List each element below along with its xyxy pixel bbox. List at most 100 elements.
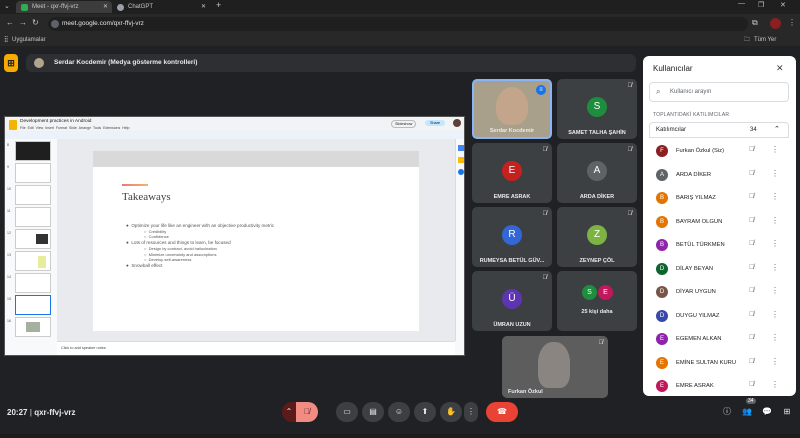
more-vert-icon[interactable]: ⋮ <box>771 286 779 295</box>
participant-tile[interactable]: 🎙̸ Z ZEYNEP ÇÖL <box>557 207 637 267</box>
mic-off-icon[interactable]: 🎙̸ <box>749 358 754 365</box>
url-field[interactable]: meet.google.com/qxr-ffvj-vrz <box>48 17 748 31</box>
participant-tile[interactable]: 🎙̸ R RUMEYSA BETÜL GÜV... <box>472 207 552 267</box>
tab-close-icon[interactable]: ✕ <box>103 1 108 13</box>
participant-row[interactable]: B BAYRAM OLGUN 🎙̸ ⋮ <box>643 211 796 234</box>
slide-thumbnail[interactable] <box>15 273 51 293</box>
tab-close-icon[interactable]: ✕ <box>201 1 206 13</box>
current-slide[interactable]: Takeaways ● Optimize your life like an e… <box>93 167 419 331</box>
slide-thumbnail[interactable] <box>15 317 51 337</box>
more-vert-icon[interactable]: ⋮ <box>771 169 779 178</box>
more-vert-icon[interactable]: ⋮ <box>771 239 779 248</box>
captions-button[interactable]: ▤ <box>362 402 384 422</box>
more-vert-icon[interactable]: ⋮ <box>771 357 779 366</box>
participant-row[interactable]: D DİLAY BEYAN 🎙̸ ⋮ <box>643 258 796 281</box>
extensions-icon[interactable]: ⧉ <box>752 18 758 28</box>
menu-insert[interactable]: Insert <box>45 126 54 130</box>
slideshow-button[interactable]: Slideshow <box>391 120 417 128</box>
menu-file[interactable]: File <box>20 126 26 130</box>
audio-options-chevron-icon[interactable]: ⌃ <box>282 402 296 422</box>
more-vert-icon[interactable]: ⋮ <box>771 263 779 272</box>
participant-row[interactable]: B BARIŞ YILMAZ 🎙̸ ⋮ <box>643 187 796 210</box>
menu-view[interactable]: View <box>36 126 44 130</box>
mic-off-icon[interactable]: 🎙̸ <box>749 287 754 294</box>
menu-tools[interactable]: Tools <box>93 126 101 130</box>
present-button[interactable]: ⬆ <box>414 402 436 422</box>
menu-arrange[interactable]: Arrange <box>79 126 91 130</box>
presenter-banner[interactable]: Serdar Kocdemir (Medya gösterme kontroll… <box>26 54 636 72</box>
slide-thumbnail[interactable] <box>15 185 51 205</box>
tab-meet[interactable]: Meet - qxr-ffvj-vrz ✕ <box>16 1 112 13</box>
mic-off-icon[interactable]: 🎙̸ <box>749 311 754 318</box>
more-vert-icon[interactable]: ⋮ <box>771 192 779 201</box>
meeting-info-icon[interactable]: ⓘ <box>716 402 738 422</box>
more-vert-icon[interactable]: ⋮ <box>771 145 779 154</box>
slide-thumbnail-selected[interactable] <box>15 295 51 315</box>
participant-row[interactable]: A ARDA DİKER 🎙̸ ⋮ <box>643 164 796 187</box>
more-vert-icon[interactable]: ⋮ <box>771 310 779 319</box>
participant-row[interactable]: E EMRE ASRAK 🎙̸ ⋮ <box>643 375 796 396</box>
more-vert-icon[interactable]: ⋮ <box>771 216 779 225</box>
window-close-icon[interactable]: ✕ <box>780 1 786 9</box>
forward-icon[interactable]: → <box>19 18 27 27</box>
menu-extensions[interactable]: Extensions <box>103 126 120 130</box>
account-avatar[interactable] <box>453 119 461 127</box>
slide-thumbnail[interactable] <box>15 141 51 161</box>
mic-off-icon[interactable]: 🎙̸ <box>749 264 754 271</box>
participant-row[interactable]: D DİYAR UYGUN 🎙̸ ⋮ <box>643 281 796 304</box>
participant-row[interactable]: D DUYGU YILMAZ 🎙̸ ⋮ <box>643 305 796 328</box>
minimize-icon[interactable]: — <box>738 0 745 7</box>
search-input[interactable]: ⌕ Kullanıcı arayın <box>649 82 789 102</box>
more-vert-icon[interactable]: ⋮ <box>771 380 779 389</box>
participant-tile[interactable]: 🎙̸ Ü ÜMRAN UZUN <box>472 271 552 331</box>
speaker-notes[interactable]: Click to add speaker notes <box>57 341 455 355</box>
mic-off-icon[interactable]: 🎙̸ <box>749 334 754 341</box>
leave-call-button[interactable]: ☎ <box>486 402 518 422</box>
slides-doc-title[interactable]: Development practices in Android <box>20 119 91 124</box>
profile-avatar[interactable] <box>770 18 781 29</box>
back-icon[interactable]: ← <box>6 18 14 27</box>
present-screen-icon[interactable]: ⊞ <box>4 54 18 72</box>
mic-off-icon[interactable]: 🎙̸ <box>749 381 754 388</box>
participant-tile[interactable]: 🎙̸ A ARDA DİKER <box>557 143 637 203</box>
bookmarks-apps-link[interactable]: Uygulamalar <box>12 34 46 46</box>
share-button[interactable]: Share <box>425 120 446 126</box>
mic-toggle-button[interactable]: 🎙̸ <box>296 402 318 422</box>
participant-row[interactable]: B BETÜL TÜRKMEN 🎙̸ ⋮ <box>643 234 796 257</box>
mic-off-icon[interactable]: 🎙̸ <box>749 217 754 224</box>
participant-tile[interactable]: ≡ Serdar Kocdemir <box>472 79 552 139</box>
slide-thumbnail[interactable] <box>15 229 51 249</box>
new-tab-button[interactable]: + <box>216 0 221 10</box>
participant-tile[interactable]: 🎙̸ E EMRE ASRAK <box>472 143 552 203</box>
more-participants-tile[interactable]: S E 25 kişi daha <box>557 271 637 331</box>
apps-icon[interactable]: ⣿ <box>4 34 8 46</box>
mic-off-icon[interactable]: 🎙̸ <box>749 170 754 177</box>
raise-hand-button[interactable]: ✋ <box>440 402 462 422</box>
reload-icon[interactable]: ↻ <box>32 18 39 27</box>
menu-edit[interactable]: Edit <box>28 126 34 130</box>
participants-group-header[interactable]: Katılımcılar 34 ⌃ <box>649 122 789 138</box>
slide-thumbnail[interactable] <box>15 163 51 183</box>
mic-off-icon[interactable]: 🎙̸ <box>749 240 754 247</box>
tab-chatgpt[interactable]: ChatGPT ✕ <box>112 1 210 13</box>
participant-row[interactable]: F Furkan Özkul (Siz) 🎙̸ ⋮ <box>643 140 796 163</box>
more-options-button[interactable]: ⋮ <box>464 402 478 422</box>
participant-tile[interactable]: 🎙̸ S SAMET TALHA ŞAHİN <box>557 79 637 139</box>
calendar-icon[interactable] <box>458 145 464 151</box>
menu-help[interactable]: Help <box>122 126 129 130</box>
browser-menu-icon[interactable]: ⋮ <box>788 18 796 27</box>
self-view-tile[interactable]: 🎙̸ Furkan Özkul <box>502 336 608 398</box>
camera-toggle-button[interactable]: ▭ <box>336 402 358 422</box>
chevron-up-icon[interactable]: ⌃ <box>774 125 780 133</box>
more-vert-icon[interactable]: ⋮ <box>771 333 779 342</box>
people-button[interactable]: 👥 <box>736 402 758 422</box>
activities-button[interactable]: ⊞ <box>776 402 798 422</box>
maximize-icon[interactable]: ❐ <box>758 1 764 9</box>
slide-thumbnail[interactable] <box>15 207 51 227</box>
participant-row[interactable]: E EGEMEN ALKAN 🎙̸ ⋮ <box>643 328 796 351</box>
slide-thumbnail[interactable] <box>15 251 51 271</box>
tasks-icon[interactable] <box>458 169 464 175</box>
mic-off-icon[interactable]: 🎙̸ <box>749 193 754 200</box>
participant-row[interactable]: E EMİNE SULTAN KURU 🎙̸ ⋮ <box>643 352 796 375</box>
site-info-icon[interactable] <box>51 20 59 28</box>
